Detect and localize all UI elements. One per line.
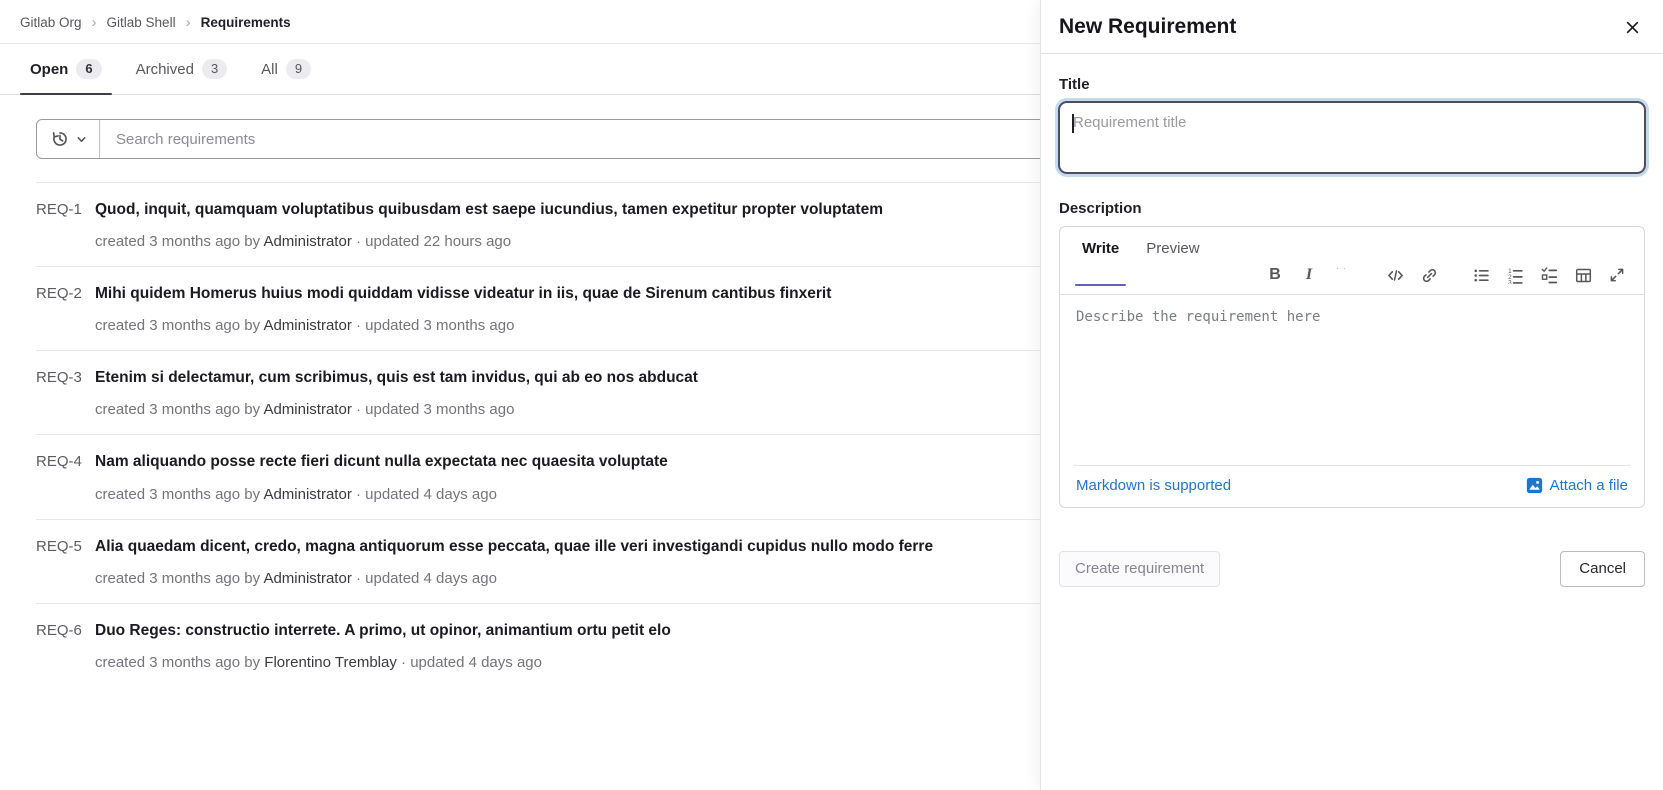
created-text: created 3 months ago by bbox=[95, 317, 260, 334]
link-icon bbox=[1421, 267, 1438, 284]
markdown-editor-header: Write Preview B I ” bbox=[1060, 227, 1644, 295]
numbered-list-button[interactable]: 1 2 3 bbox=[1502, 262, 1528, 288]
tab-preview[interactable]: Preview bbox=[1146, 240, 1199, 269]
author-link[interactable]: Administrator bbox=[263, 233, 351, 250]
updated-text: updated 3 months ago bbox=[365, 401, 514, 418]
requirement-title-input[interactable] bbox=[1059, 102, 1645, 173]
updated-text: updated 22 hours ago bbox=[365, 233, 511, 250]
table-icon bbox=[1575, 267, 1592, 284]
italic-icon: I bbox=[1306, 266, 1312, 284]
created-text: created 3 months ago by bbox=[95, 486, 260, 503]
bold-icon: B bbox=[1269, 266, 1281, 284]
markdown-toolbar: B I ” bbox=[1254, 262, 1630, 288]
updated-text: updated 4 days ago bbox=[410, 654, 542, 671]
author-link[interactable]: Administrator bbox=[263, 317, 351, 334]
tab-archived-count-badge: 3 bbox=[202, 59, 227, 79]
full-screen-icon bbox=[1609, 267, 1625, 283]
tab-open-label: Open bbox=[30, 61, 68, 78]
breadcrumb-current-page: Requirements bbox=[201, 15, 291, 30]
requirement-id: REQ-5 bbox=[36, 537, 95, 587]
tab-archived-label: Archived bbox=[136, 61, 194, 78]
requirement-id: REQ-4 bbox=[36, 452, 95, 502]
quote-icon: ” bbox=[1334, 268, 1351, 282]
cancel-button[interactable]: Cancel bbox=[1560, 551, 1645, 587]
requirement-id: REQ-6 bbox=[36, 621, 95, 671]
author-link[interactable]: Administrator bbox=[263, 570, 351, 587]
drawer-header: New Requirement bbox=[1041, 0, 1663, 54]
attach-file-button[interactable]: Attach a file bbox=[1526, 477, 1628, 494]
bullet-list-icon bbox=[1473, 267, 1490, 284]
text-cursor bbox=[1072, 114, 1074, 133]
requirement-id: REQ-3 bbox=[36, 368, 95, 418]
tab-all-count-badge: 9 bbox=[286, 59, 311, 79]
task-list-icon bbox=[1541, 267, 1558, 284]
created-text: created 3 months ago by bbox=[95, 654, 260, 671]
italic-button[interactable]: I bbox=[1296, 262, 1322, 288]
image-attachment-icon bbox=[1526, 477, 1543, 494]
task-list-button[interactable] bbox=[1536, 262, 1562, 288]
svg-text:3: 3 bbox=[1508, 279, 1512, 283]
table-button[interactable] bbox=[1570, 262, 1596, 288]
chevron-down-icon bbox=[76, 134, 87, 145]
full-screen-button[interactable] bbox=[1604, 262, 1630, 288]
history-clock-icon bbox=[51, 130, 69, 148]
updated-text: updated 3 months ago bbox=[365, 317, 514, 334]
breadcrumb-separator-icon: › bbox=[92, 15, 97, 30]
code-span-icon bbox=[1387, 267, 1404, 284]
markdown-editor-footer: Markdown is supported Attach a file bbox=[1074, 465, 1630, 507]
author-link[interactable]: Florentino Tremblay bbox=[264, 654, 397, 671]
author-link[interactable]: Administrator bbox=[263, 486, 351, 503]
drawer-actions: Create requirement Cancel bbox=[1059, 551, 1645, 587]
created-text: created 3 months ago by bbox=[95, 570, 260, 587]
close-x-icon bbox=[1625, 20, 1640, 35]
tab-open-count-badge: 6 bbox=[76, 59, 101, 79]
requirement-id: REQ-1 bbox=[36, 200, 95, 250]
meta-separator: · bbox=[356, 317, 361, 334]
updated-text: updated 4 days ago bbox=[365, 570, 497, 587]
tab-archived[interactable]: Archived 3 bbox=[126, 44, 238, 94]
attach-file-label: Attach a file bbox=[1550, 477, 1628, 494]
breadcrumb-separator-icon: › bbox=[186, 15, 191, 30]
new-requirement-drawer: New Requirement Title Description Write … bbox=[1040, 0, 1663, 790]
search-history-dropdown[interactable] bbox=[37, 120, 100, 158]
requirement-id: REQ-2 bbox=[36, 284, 95, 334]
drawer-title: New Requirement bbox=[1059, 15, 1236, 39]
code-button[interactable] bbox=[1382, 262, 1408, 288]
bullet-list-button[interactable] bbox=[1468, 262, 1494, 288]
close-drawer-button[interactable] bbox=[1623, 18, 1642, 37]
tab-write[interactable]: Write bbox=[1082, 240, 1119, 269]
meta-separator: · bbox=[356, 486, 361, 503]
breadcrumb-group-link[interactable]: Gitlab Org bbox=[20, 15, 82, 30]
created-text: created 3 months ago by bbox=[95, 233, 260, 250]
tab-open[interactable]: Open 6 bbox=[20, 44, 112, 94]
numbered-list-icon: 1 2 3 bbox=[1507, 267, 1524, 284]
author-link[interactable]: Administrator bbox=[263, 401, 351, 418]
description-field-label: Description bbox=[1059, 200, 1645, 217]
created-text: created 3 months ago by bbox=[95, 401, 260, 418]
meta-separator: · bbox=[401, 654, 406, 671]
quote-button[interactable]: ” bbox=[1330, 262, 1356, 288]
markdown-editor: Write Preview B I ” bbox=[1059, 226, 1645, 508]
breadcrumb-project-link[interactable]: Gitlab Shell bbox=[107, 15, 176, 30]
updated-text: updated 4 days ago bbox=[365, 486, 497, 503]
link-button[interactable] bbox=[1416, 262, 1442, 288]
tab-all-label: All bbox=[261, 61, 278, 78]
meta-separator: · bbox=[356, 401, 361, 418]
title-field-label: Title bbox=[1059, 76, 1645, 93]
bold-button[interactable]: B bbox=[1262, 262, 1288, 288]
meta-separator: · bbox=[356, 570, 361, 587]
tab-all[interactable]: All 9 bbox=[251, 44, 321, 94]
requirement-description-input[interactable] bbox=[1060, 295, 1644, 460]
markdown-supported-link[interactable]: Markdown is supported bbox=[1076, 477, 1231, 494]
create-requirement-button[interactable]: Create requirement bbox=[1059, 551, 1220, 587]
meta-separator: · bbox=[356, 233, 361, 250]
